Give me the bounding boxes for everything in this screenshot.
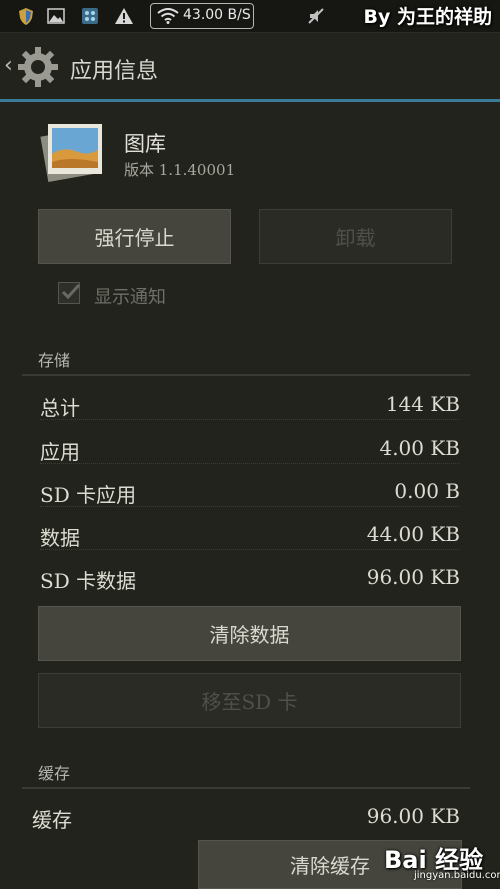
warning-icon bbox=[115, 8, 133, 24]
storage-section-divider bbox=[22, 374, 470, 376]
storage-section-title: 存储 bbox=[38, 351, 71, 370]
app-notify-icon bbox=[82, 8, 98, 24]
row-divider bbox=[40, 463, 460, 464]
mute-icon bbox=[308, 8, 324, 24]
storage-row-label: SD 卡数据 bbox=[40, 569, 137, 593]
storage-row-value: 144 KB bbox=[385, 392, 460, 416]
storage-row-sd-app: SD 卡应用 0.00 B bbox=[40, 479, 460, 509]
network-speed-indicator: 43.00 B/S bbox=[150, 3, 254, 29]
cache-section-divider bbox=[22, 787, 470, 789]
app-version: 版本 1.1.40001 bbox=[124, 161, 236, 179]
storage-row-label: 数据 bbox=[40, 526, 80, 550]
storage-row-sd-data: SD 卡数据 96.00 KB bbox=[40, 565, 460, 595]
page-title: 应用信息 bbox=[70, 59, 159, 84]
wifi-icon bbox=[157, 8, 179, 24]
shield-icon bbox=[19, 8, 33, 25]
storage-row-total: 总计 144 KB bbox=[40, 392, 460, 422]
row-divider bbox=[40, 549, 460, 550]
uninstall-button[interactable]: 卸载 bbox=[259, 209, 452, 264]
gallery-app-icon bbox=[40, 124, 102, 182]
settings-gear-icon[interactable] bbox=[16, 45, 60, 89]
clear-data-button[interactable]: 清除数据 bbox=[38, 606, 461, 661]
back-chevron-icon[interactable]: ‹ bbox=[4, 53, 13, 78]
cache-section-title: 缓存 bbox=[38, 764, 71, 783]
storage-row-value: 96.00 KB bbox=[366, 565, 460, 589]
show-notification-label: 显示通知 bbox=[94, 287, 166, 308]
storage-row-value: 0.00 B bbox=[394, 479, 460, 503]
status-bar: 43.00 B/S By 为王的祥助 bbox=[0, 0, 500, 33]
network-speed-text: 43.00 B/S bbox=[183, 7, 251, 23]
cache-row-label: 缓存 bbox=[32, 808, 72, 832]
move-to-sd-button[interactable]: 移至SD 卡 bbox=[38, 673, 461, 728]
author-watermark: By 为王的祥助 bbox=[363, 6, 492, 28]
row-divider bbox=[40, 419, 460, 420]
action-bar[interactable]: ‹ 应用信息 bbox=[0, 33, 500, 99]
header-divider bbox=[0, 99, 500, 102]
storage-row-data: 数据 44.00 KB bbox=[40, 522, 460, 552]
app-name: 图库 bbox=[124, 132, 166, 156]
storage-row-label: SD 卡应用 bbox=[40, 483, 137, 507]
watermark-url: jingyan.baidu.com bbox=[414, 870, 500, 881]
storage-row-value: 4.00 KB bbox=[379, 436, 460, 460]
image-notify-icon bbox=[47, 8, 65, 24]
storage-row-value: 44.00 KB bbox=[366, 522, 460, 546]
storage-row-app: 应用 4.00 KB bbox=[40, 436, 460, 466]
cache-row: 缓存 96.00 KB bbox=[32, 804, 460, 834]
show-notification-checkbox[interactable] bbox=[58, 282, 81, 304]
checkmark-icon bbox=[61, 283, 81, 300]
cache-row-value: 96.00 KB bbox=[366, 804, 460, 828]
force-stop-button[interactable]: 强行停止 bbox=[38, 209, 231, 264]
storage-row-label: 应用 bbox=[40, 440, 80, 464]
row-divider bbox=[40, 506, 460, 507]
storage-row-label: 总计 bbox=[40, 396, 80, 420]
baidu-jingyan-watermark: Bai 经验 jingyan.baidu.com bbox=[384, 840, 500, 886]
